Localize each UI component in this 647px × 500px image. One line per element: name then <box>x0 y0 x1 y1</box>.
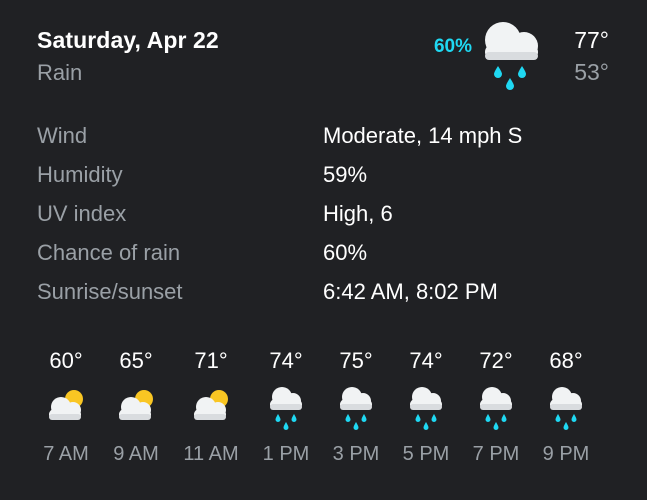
hourly-item: 60° 7 AM <box>26 345 106 475</box>
hourly-item: 71° 11 AM <box>171 345 251 475</box>
hourly-time: 7 AM <box>43 443 89 465</box>
detail-row-uv-index: UV index High, 6 <box>37 196 617 235</box>
cloud-rain-icon <box>406 383 446 431</box>
cloud-rain-icon <box>266 383 306 431</box>
detail-row-wind: Wind Moderate, 14 mph S <box>37 118 617 157</box>
details-list: Wind Moderate, 14 mph S Humidity 59% UV … <box>37 118 617 313</box>
detail-value: High, 6 <box>323 201 393 226</box>
hourly-temp: 71° <box>194 348 228 373</box>
cloud-rain-icon <box>336 383 376 431</box>
cloud-rain-icon <box>546 383 586 431</box>
partly-cloudy-icon <box>116 383 156 431</box>
weather-card: Saturday, Apr 22 Rain 60% 77° 53° Wind M… <box>0 0 647 500</box>
detail-value: Moderate, 14 mph S <box>323 123 523 148</box>
hourly-item: 74° 5 PM <box>386 345 466 475</box>
hourly-time: 7 PM <box>472 443 520 465</box>
hourly-item: 75° 3 PM <box>316 345 396 475</box>
hourly-time: 11 AM <box>183 443 239 465</box>
detail-label: Humidity <box>37 162 123 187</box>
hourly-time: 5 PM <box>402 443 450 465</box>
hourly-temp: 60° <box>49 348 83 373</box>
hourly-time: 9 AM <box>113 443 159 465</box>
hourly-temp: 74° <box>269 348 303 373</box>
detail-label: Chance of rain <box>37 240 181 265</box>
hourly-temp: 75° <box>339 348 373 373</box>
hourly-item: 74° 1 PM <box>246 345 326 475</box>
hourly-temp: 74° <box>409 348 443 373</box>
hourly-forecast: 60° 7 AM 65° 9 AM 71° 11 AM 74° 1 PM 75°… <box>26 345 626 475</box>
temp-low: 53° <box>574 59 609 85</box>
detail-row-humidity: Humidity 59% <box>37 157 617 196</box>
hourly-time: 1 PM <box>262 443 310 465</box>
detail-label: Sunrise/sunset <box>37 279 183 304</box>
hourly-time: 3 PM <box>332 443 380 465</box>
partly-cloudy-icon <box>191 383 231 431</box>
hourly-temp: 65° <box>119 348 153 373</box>
hourly-item: 65° 9 AM <box>96 345 176 475</box>
detail-row-sunrise-sunset: Sunrise/sunset 6:42 AM, 8:02 PM <box>37 274 617 313</box>
detail-label: UV index <box>37 201 127 226</box>
forecast-date: Saturday, Apr 22 <box>37 27 219 53</box>
hourly-item: 72° 7 PM <box>456 345 536 475</box>
detail-row-chance-of-rain: Chance of rain 60% <box>37 235 617 274</box>
precip-chance: 60% <box>433 36 472 57</box>
detail-label: Wind <box>37 123 88 148</box>
partly-cloudy-icon <box>46 383 86 431</box>
forecast-condition: Rain <box>37 60 83 85</box>
cloud-rain-icon <box>476 383 516 431</box>
hourly-temp: 68° <box>549 348 583 373</box>
detail-value: 60% <box>323 240 368 265</box>
cloud-rain-icon <box>478 16 544 90</box>
detail-value: 59% <box>323 162 368 187</box>
hourly-item: 68° 9 PM <box>526 345 606 475</box>
hourly-time: 9 PM <box>542 443 590 465</box>
hourly-temp: 72° <box>479 348 513 373</box>
temp-high: 77° <box>574 27 609 53</box>
detail-value: 6:42 AM, 8:02 PM <box>323 279 498 304</box>
